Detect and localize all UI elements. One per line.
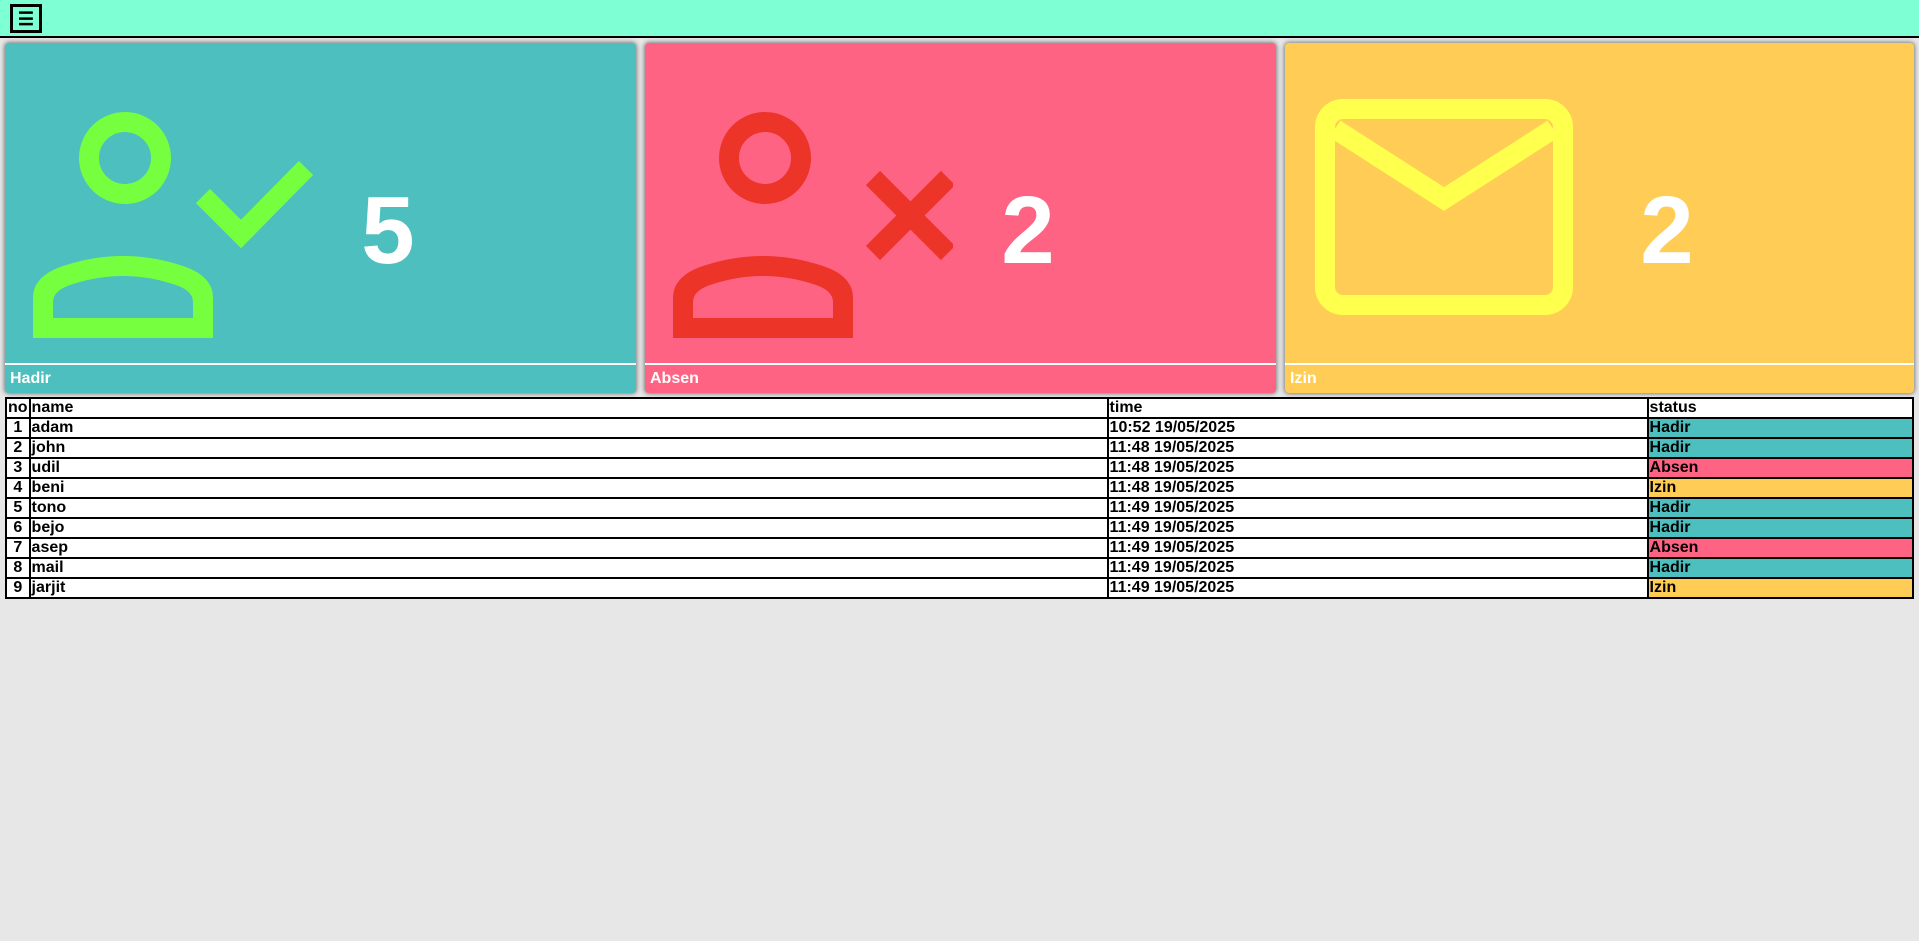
header-name: name bbox=[28, 397, 1109, 419]
row-time: 11:49 19/05/2025 bbox=[1106, 497, 1649, 519]
row-time: 11:49 19/05/2025 bbox=[1106, 517, 1649, 539]
table-row: 5 tono 11:49 19/05/2025 Hadir bbox=[5, 497, 1915, 519]
attendance-table: no name time status 1 adam 10:52 19/05/202… bbox=[5, 397, 1915, 599]
table-row: 7 asep 11:49 19/05/2025 Absen bbox=[5, 537, 1915, 559]
table-row: 2 john 11:48 19/05/2025 Hadir bbox=[5, 437, 1915, 459]
row-status: Hadir bbox=[1646, 557, 1915, 579]
row-no: 5 bbox=[5, 497, 31, 519]
header-time: time bbox=[1106, 397, 1649, 419]
row-time: 10:52 19/05/2025 bbox=[1106, 417, 1649, 439]
hamburger-menu-button[interactable]: ☰ bbox=[10, 4, 42, 33]
table-row: 9 jarjit 11:49 19/05/2025 Izin bbox=[5, 577, 1915, 599]
row-status: Izin bbox=[1646, 577, 1915, 599]
row-name: bejo bbox=[28, 517, 1109, 539]
table-header-row: no name time status bbox=[5, 397, 1915, 419]
card-label: Izin bbox=[1285, 363, 1914, 393]
row-no: 4 bbox=[5, 477, 31, 499]
row-name: adam bbox=[28, 417, 1109, 439]
row-name: jarjit bbox=[28, 577, 1109, 599]
absen-count: 2 bbox=[1001, 177, 1055, 284]
card-izin: 2 Izin bbox=[1285, 43, 1914, 393]
row-no: 9 bbox=[5, 577, 31, 599]
row-time: 11:48 19/05/2025 bbox=[1106, 437, 1649, 459]
hadir-count: 5 bbox=[361, 177, 415, 284]
row-name: beni bbox=[28, 477, 1109, 499]
table-row: 3 udil 11:48 19/05/2025 Absen bbox=[5, 457, 1915, 479]
row-no: 3 bbox=[5, 457, 31, 479]
row-time: 11:48 19/05/2025 bbox=[1106, 457, 1649, 479]
row-status: Izin bbox=[1646, 477, 1915, 499]
row-status: Absen bbox=[1646, 537, 1915, 559]
row-status: Hadir bbox=[1646, 497, 1915, 519]
row-time: 11:49 19/05/2025 bbox=[1106, 537, 1649, 559]
row-no: 2 bbox=[5, 437, 31, 459]
row-status: Hadir bbox=[1646, 417, 1915, 439]
card-absen: 2 Absen bbox=[645, 43, 1276, 393]
row-status: Absen bbox=[1646, 457, 1915, 479]
izin-count: 2 bbox=[1640, 177, 1694, 284]
table-row: 8 mail 11:49 19/05/2025 Hadir bbox=[5, 557, 1915, 579]
row-no: 8 bbox=[5, 557, 31, 579]
table-row: 1 adam 10:52 19/05/2025 Hadir bbox=[5, 417, 1915, 439]
top-bar: ☰ bbox=[0, 0, 1919, 38]
row-name: asep bbox=[28, 537, 1109, 559]
table-row: 6 bejo 11:49 19/05/2025 Hadir bbox=[5, 517, 1915, 539]
row-no: 1 bbox=[5, 417, 31, 439]
row-no: 6 bbox=[5, 517, 31, 539]
row-time: 11:49 19/05/2025 bbox=[1106, 577, 1649, 599]
card-hadir: 5 Hadir bbox=[5, 43, 636, 393]
row-status: Hadir bbox=[1646, 437, 1915, 459]
row-name: john bbox=[28, 437, 1109, 459]
row-name: udil bbox=[28, 457, 1109, 479]
row-status: Hadir bbox=[1646, 517, 1915, 539]
table-row: 4 beni 11:48 19/05/2025 Izin bbox=[5, 477, 1915, 499]
hamburger-icon: ☰ bbox=[17, 8, 35, 29]
card-label: Hadir bbox=[5, 363, 636, 393]
card-label: Absen bbox=[645, 363, 1276, 393]
row-no: 7 bbox=[5, 537, 31, 559]
row-time: 11:48 19/05/2025 bbox=[1106, 477, 1649, 499]
header-no: no bbox=[5, 397, 31, 419]
row-time: 11:49 19/05/2025 bbox=[1106, 557, 1649, 579]
row-name: tono bbox=[28, 497, 1109, 519]
row-name: mail bbox=[28, 557, 1109, 579]
header-status: status bbox=[1646, 397, 1915, 419]
